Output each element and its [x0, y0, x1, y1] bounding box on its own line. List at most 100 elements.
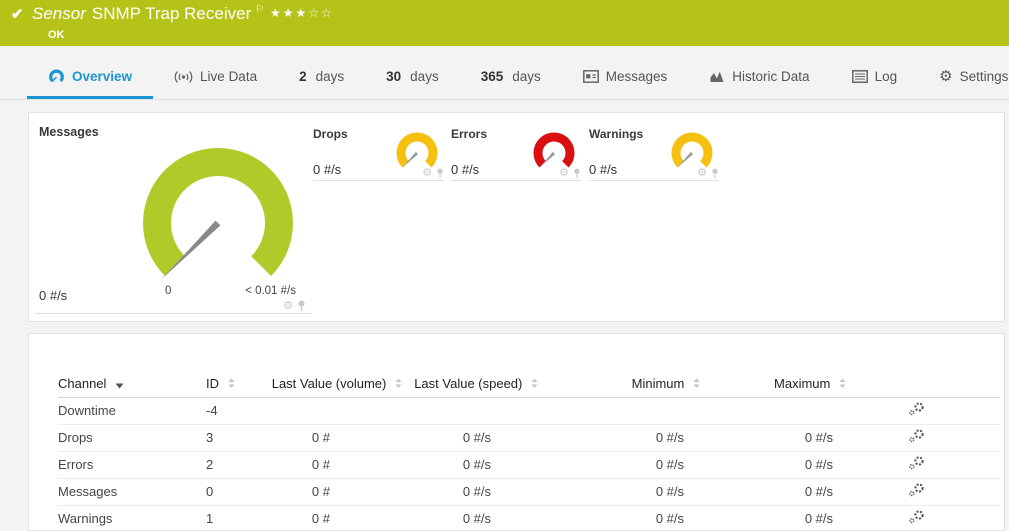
channel-settings-icon[interactable]: [908, 510, 925, 527]
title-prefix: Sensor: [32, 4, 86, 23]
tab-30-days[interactable]: 30 days: [365, 59, 460, 99]
cell-channel: Drops: [58, 424, 206, 451]
tab-2-days[interactable]: 2 days: [278, 59, 365, 99]
cell-minimum: 0 #/s: [554, 451, 734, 478]
tab-day-count: 2: [299, 69, 307, 84]
gauge-title: Drops: [313, 127, 348, 141]
sort-icon: [693, 378, 700, 389]
cell-maximum: 0 #/s: [734, 451, 894, 478]
gauge-scale-min: 0: [165, 285, 171, 297]
priority-stars[interactable]: ★★★☆☆: [270, 6, 334, 20]
cell-last-value-speed: 0 #/s: [404, 451, 554, 478]
sensor-name: SNMP Trap Receiver: [92, 4, 251, 23]
cell-last-value-speed: 0 #/s: [404, 478, 554, 505]
tab-historic-data[interactable]: Historic Data: [688, 59, 830, 99]
cell-minimum: 0 #/s: [554, 424, 734, 451]
pin-icon[interactable]: [573, 168, 581, 179]
cell-last-value-volume: [268, 397, 404, 424]
stars-empty[interactable]: ☆☆: [308, 6, 334, 20]
channel-settings-icon[interactable]: [908, 429, 925, 446]
table-row-messages[interactable]: Messages 0 0 # 0 #/s 0 #/s 0 #/s: [58, 478, 1000, 505]
tab-bar: Overview Live Data 2 days 30 days 365 da…: [0, 46, 1009, 100]
tab-label: Live Data: [200, 69, 257, 84]
tab-label: Settings: [960, 69, 1009, 84]
cell-maximum: 0 #/s: [734, 478, 894, 505]
gauge-warnings: Warnings 0 #/s ⚙: [589, 127, 719, 181]
gauge-title: Messages: [39, 125, 99, 139]
tab-day-count: 30: [386, 69, 401, 84]
tab-label: Messages: [606, 69, 668, 84]
ok-check-icon: ✔: [11, 5, 24, 23]
column-label: Channel: [58, 376, 106, 391]
table-row-drops[interactable]: Drops 3 0 # 0 #/s 0 #/s 0 #/s: [58, 424, 1000, 451]
cell-maximum: [734, 397, 894, 424]
column-header-minimum[interactable]: Minimum: [554, 370, 734, 397]
sort-icon: [395, 378, 402, 389]
gear-icon: ⚙: [939, 69, 952, 84]
gauge-value: 0 #/s: [451, 162, 479, 177]
cell-last-value-speed: [404, 397, 554, 424]
historic-data-icon: [709, 70, 725, 83]
column-label: Maximum: [774, 376, 830, 391]
cell-last-value-speed: 0 #/s: [404, 424, 554, 451]
cell-last-value-volume: 0 #: [268, 424, 404, 451]
channel-settings-icon[interactable]: [908, 456, 925, 473]
cell-channel: Errors: [58, 451, 206, 478]
cell-id: 3: [206, 424, 268, 451]
table-row-errors[interactable]: Errors 2 0 # 0 #/s 0 #/s 0 #/s: [58, 451, 1000, 478]
gauges-panel: Messages 0 < 0.01 #/s 0 #/s ⚙ Drops 0 #/…: [28, 112, 1005, 322]
tab-label: days: [410, 69, 439, 84]
cell-last-value-speed: 0 #/s: [404, 505, 554, 531]
channel-settings-icon[interactable]: [908, 402, 925, 419]
tab-overview[interactable]: Overview: [27, 59, 153, 99]
pin-icon[interactable]: [436, 168, 444, 179]
gauge-value: 0 #/s: [589, 162, 617, 177]
tab-log[interactable]: Log: [831, 59, 919, 99]
column-label: Last Value (volume): [272, 376, 387, 391]
column-header-id[interactable]: ID: [206, 370, 268, 397]
cell-channel: Messages: [58, 478, 206, 505]
gauge-icon: [48, 68, 65, 85]
table-header-row: Channel ID Last Value (volume) Last Valu…: [58, 370, 1000, 397]
gauge-settings-gear-icon[interactable]: ⚙: [422, 168, 432, 179]
tab-live-data[interactable]: Live Data: [153, 59, 278, 99]
gauge-settings-gear-icon[interactable]: ⚙: [697, 168, 707, 179]
pin-icon[interactable]: [711, 168, 719, 179]
cell-minimum: [554, 397, 734, 424]
sort-desc-icon: [115, 383, 124, 389]
sort-icon: [839, 378, 846, 389]
tab-365-days[interactable]: 365 days: [460, 59, 562, 99]
column-header-maximum[interactable]: Maximum: [734, 370, 894, 397]
status-badge: OK: [48, 29, 65, 41]
messages-icon: [583, 70, 599, 83]
cell-maximum: 0 #/s: [734, 424, 894, 451]
column-header-actions: [894, 370, 1000, 397]
channel-settings-icon[interactable]: [908, 483, 925, 500]
tab-label: days: [512, 69, 541, 84]
cell-last-value-volume: 0 #: [268, 478, 404, 505]
tab-settings[interactable]: ⚙ Settings: [918, 59, 1009, 99]
cell-maximum: 0 #/s: [734, 505, 894, 531]
pin-icon[interactable]: [297, 300, 306, 312]
gauge-settings-gear-icon[interactable]: ⚙: [559, 168, 569, 179]
tab-label: Overview: [72, 69, 132, 84]
cell-minimum: 0 #/s: [554, 478, 734, 505]
column-label: ID: [206, 376, 219, 391]
column-header-last-value-speed[interactable]: Last Value (speed): [404, 370, 554, 397]
column-header-channel[interactable]: Channel: [58, 370, 206, 397]
cell-channel: Warnings: [58, 505, 206, 531]
cell-last-value-volume: 0 #: [268, 505, 404, 531]
gauge-settings-gear-icon[interactable]: ⚙: [283, 301, 293, 312]
gauge-errors: Errors 0 #/s ⚙: [451, 127, 581, 181]
tab-day-count: 365: [481, 69, 504, 84]
tab-messages[interactable]: Messages: [562, 59, 689, 99]
table-row-downtime[interactable]: Downtime -4: [58, 397, 1000, 424]
tab-label: Historic Data: [732, 69, 809, 84]
channel-table: Channel ID Last Value (volume) Last Valu…: [58, 370, 1000, 531]
flag-icon[interactable]: ⚐: [255, 4, 264, 15]
column-label: Last Value (speed): [414, 376, 522, 391]
channels-panel: Channel ID Last Value (volume) Last Valu…: [28, 333, 1005, 531]
stars-filled[interactable]: ★★★: [270, 6, 308, 20]
column-header-last-value-volume[interactable]: Last Value (volume): [268, 370, 404, 397]
table-row-warnings[interactable]: Warnings 1 0 # 0 #/s 0 #/s 0 #/s: [58, 505, 1000, 531]
